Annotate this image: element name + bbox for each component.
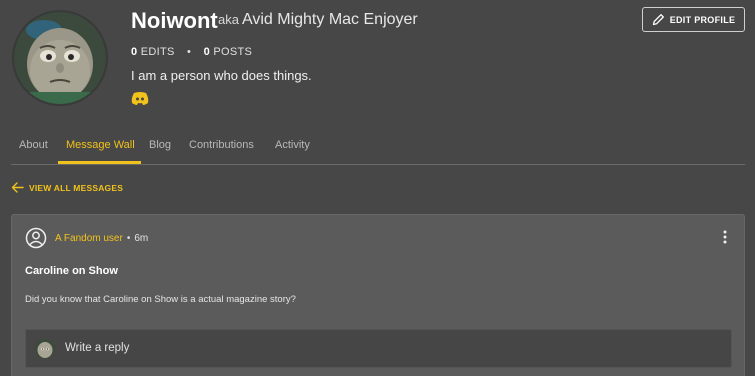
edit-profile-label: EDIT PROFILE xyxy=(669,14,736,25)
meta-separator: • xyxy=(126,233,131,244)
aka-label: aka xyxy=(218,12,239,27)
message-body: Did you know that Caroline on Show is a … xyxy=(25,294,296,305)
message-title: Caroline on Show xyxy=(25,265,118,277)
discord-icon[interactable] xyxy=(131,91,149,106)
stats-separator: • xyxy=(187,46,192,58)
reply-box[interactable]: Write a reply xyxy=(25,329,732,368)
posts-label: POSTS xyxy=(213,46,253,58)
reply-avatar xyxy=(35,339,55,359)
kebab-menu-icon[interactable] xyxy=(722,230,728,244)
profile-avatar xyxy=(14,12,106,104)
tab-contributions[interactable]: Contributions xyxy=(189,139,254,151)
arrow-left-icon xyxy=(11,182,24,193)
active-tab-indicator xyxy=(58,161,141,164)
view-all-messages-link[interactable]: VIEW ALL MESSAGES xyxy=(11,182,123,193)
profile-tabs: About Message Wall Blog Contributions Ac… xyxy=(11,132,745,165)
profile-username: Noiwont xyxy=(131,8,218,33)
aka-name: Avid Mighty Mac Enjoyer xyxy=(241,11,418,28)
view-all-messages-label: VIEW ALL MESSAGES xyxy=(29,182,124,193)
message-author-link[interactable]: A Fandom user xyxy=(55,233,123,244)
profile-bio: I am a person who does things. xyxy=(131,68,312,83)
message-meta: A Fandom user • 6m xyxy=(55,233,148,244)
message-card: A Fandom user • 6m Caroline on Show Did yo… xyxy=(11,214,745,376)
pencil-icon xyxy=(652,14,664,26)
tab-activity[interactable]: Activity xyxy=(275,139,310,151)
user-circle-icon xyxy=(25,227,47,249)
tab-about[interactable]: About xyxy=(19,139,48,151)
tab-message-wall[interactable]: Message Wall xyxy=(66,139,135,151)
reply-input[interactable]: Write a reply xyxy=(65,342,129,354)
edits-label: EDITS xyxy=(140,46,175,58)
message-time: 6m xyxy=(134,233,149,244)
profile-aka: aka Avid Mighty Mac Enjoyer xyxy=(218,11,418,29)
edits-count: 0 xyxy=(131,46,138,58)
tab-blog[interactable]: Blog xyxy=(149,139,171,151)
profile-stats: 0 EDITS • 0 POSTS xyxy=(131,46,252,58)
posts-count: 0 xyxy=(203,46,210,58)
edit-profile-button[interactable]: EDIT PROFILE xyxy=(642,7,745,32)
